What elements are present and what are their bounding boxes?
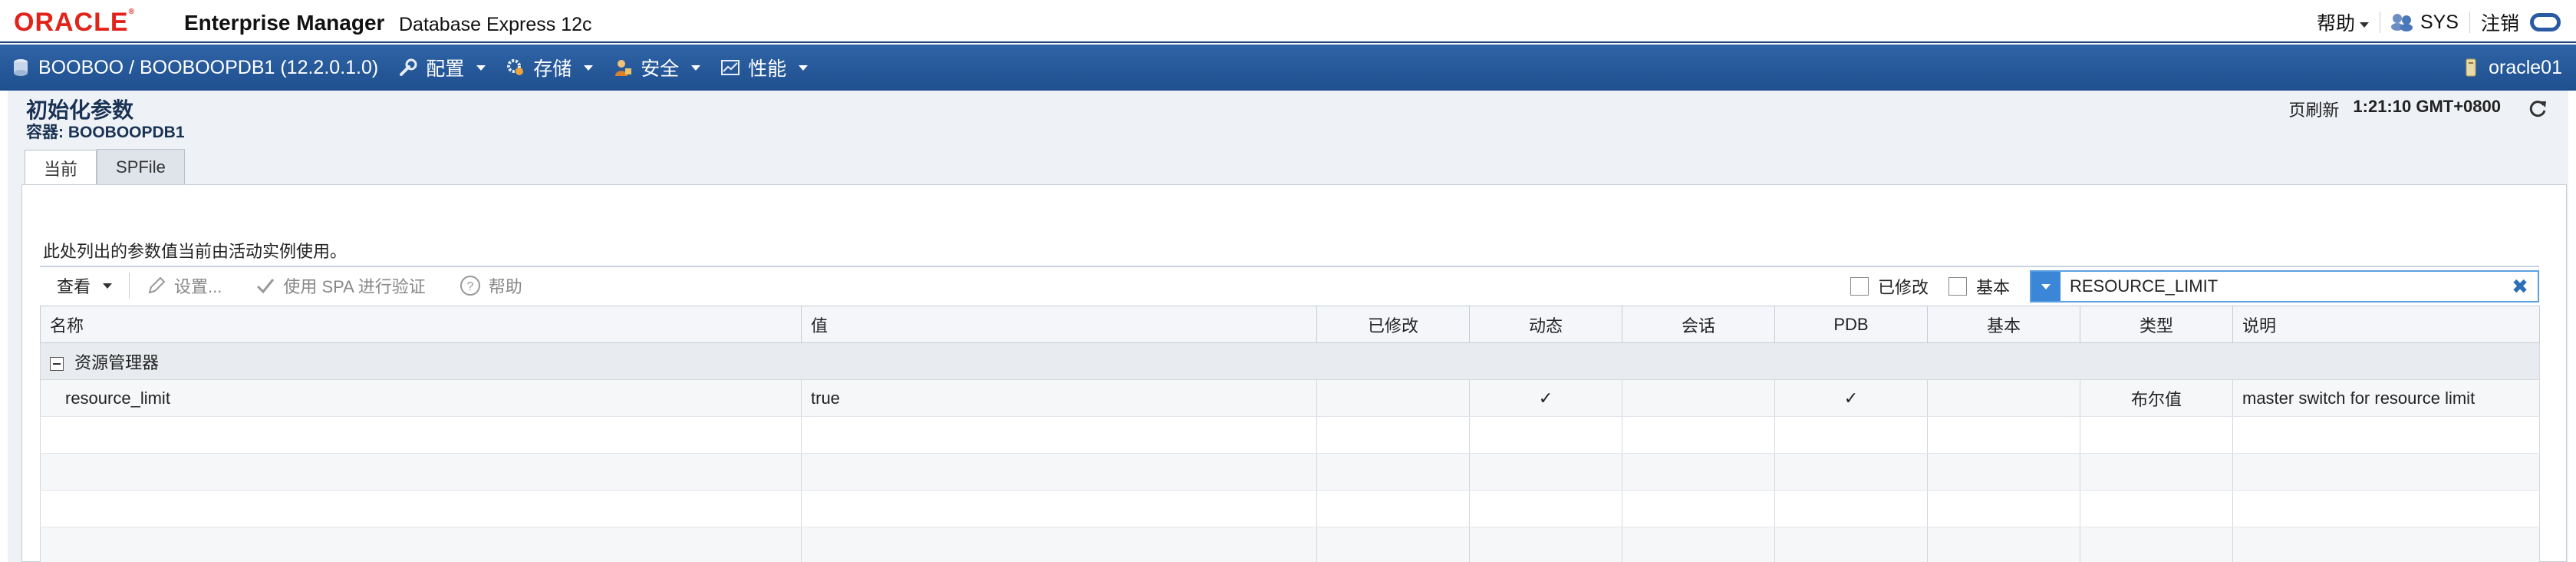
cell-name: resource_limit (40, 379, 802, 417)
divider (2469, 12, 2470, 33)
column-header-value[interactable]: 值 (801, 306, 1317, 343)
nav-menu-label: 性能 (748, 58, 787, 80)
refresh-label: 页刷新 (2288, 101, 2340, 120)
chevron-down-icon (2359, 21, 2369, 28)
column-header-pdb[interactable]: PDB (1774, 306, 1928, 343)
nav-menu-performance[interactable]: 性能 (720, 54, 809, 81)
host-link[interactable]: oracle01 (2461, 45, 2562, 91)
empty-row (40, 453, 2540, 491)
chevron-down-icon (584, 64, 594, 71)
app-title: Enterprise Manager (184, 11, 385, 35)
clear-search-icon[interactable]: ✖ (2508, 275, 2532, 298)
spa-validate-button[interactable]: 使用 SPA 进行验证 (239, 270, 442, 301)
group-row-resource-manager[interactable]: 资源管理器 (40, 342, 2540, 380)
table-toolbar: 查看 设置... 使用 SPA 进行验证 ? 帮助 已修改 基本 ✖ (40, 266, 2539, 304)
cell-modified (1316, 379, 1470, 417)
chevron-down-icon (2041, 283, 2051, 289)
search-input[interactable] (2060, 276, 2508, 296)
column-header-description[interactable]: 说明 (2232, 306, 2540, 343)
empty-row (40, 490, 2540, 527)
pencil-icon (148, 276, 166, 294)
cell-type: 布尔值 (2080, 379, 2233, 417)
modified-checkbox[interactable] (1850, 277, 1869, 296)
app-subtitle: Database Express 12c (399, 14, 592, 35)
empty-row (40, 527, 2540, 562)
refresh-status: 页刷新 1:21:10 GMT+0800 (2288, 97, 2501, 121)
nav-menu-label: 安全 (641, 58, 680, 80)
table-header-row: 名称 值 已修改 动态 会话 PDB 基本 类型 说明 (40, 306, 2540, 343)
security-user-icon (615, 60, 632, 76)
container-info: 容器: BOOBOOPDB1 (26, 120, 185, 143)
performance-chart-icon (721, 60, 740, 75)
chevron-down-icon (691, 64, 701, 71)
header-actions: 帮助 SYS 注销 (2317, 9, 2561, 35)
svg-text:?: ? (466, 280, 473, 293)
oracle-logo: ORACLE® (14, 8, 135, 37)
chevron-down-icon (799, 64, 809, 71)
user-icon (2390, 12, 2414, 32)
view-menu-button[interactable]: 查看 (40, 270, 129, 301)
tab-bar: 当前 SPFile (25, 149, 185, 185)
modified-filter-label: 已修改 (1877, 278, 1929, 297)
refresh-time: 1:21:10 GMT+0800 (2353, 97, 2501, 116)
group-label: 资源管理器 (74, 352, 160, 372)
parameters-table: 名称 值 已修改 动态 会话 PDB 基本 类型 说明 资源管理器 resour… (40, 306, 2540, 562)
table-row[interactable]: resource_limit true ✓ ✓ 布尔值 master switc… (40, 379, 2540, 417)
column-header-type[interactable]: 类型 (2080, 306, 2233, 343)
spa-label: 使用 SPA 进行验证 (283, 277, 426, 296)
nav-menu-config[interactable]: 配置 (398, 54, 486, 81)
set-button[interactable]: 设置... (130, 270, 239, 301)
tab-current[interactable]: 当前 (25, 150, 97, 185)
cell-session (1622, 379, 1775, 417)
check-validate-icon (257, 279, 275, 294)
chevron-down-icon (103, 283, 113, 289)
set-label: 设置... (174, 277, 222, 296)
host-label: oracle01 (2489, 56, 2562, 78)
column-header-session[interactable]: 会话 (1622, 306, 1775, 343)
logout-link[interactable]: 注销 (2481, 8, 2519, 36)
help-icon: ? (460, 276, 480, 296)
help-menu[interactable]: 帮助 (2317, 8, 2369, 36)
cell-basic (1927, 379, 2080, 417)
column-header-dynamic[interactable]: 动态 (1469, 306, 1622, 343)
help-button[interactable]: ? 帮助 (443, 270, 539, 301)
user-name: SYS (2420, 11, 2459, 33)
view-label: 查看 (57, 277, 91, 296)
nav-menu-label: 存储 (533, 58, 572, 80)
nav-menu-storage[interactable]: 存储 (506, 54, 594, 81)
oracle-ring-icon (2530, 13, 2561, 31)
tab-spfile[interactable]: SPFile (97, 149, 185, 184)
column-header-modified[interactable]: 已修改 (1316, 306, 1470, 343)
storage-gear-icon (507, 59, 524, 75)
cell-dynamic-check-icon: ✓ (1469, 379, 1622, 417)
main-nav-bar: BOOBOO / BOOBOOPDB1 (12.2.0.1.0) 配置 存储 安… (0, 45, 2576, 91)
basic-checkbox[interactable] (1948, 277, 1967, 296)
cell-value[interactable]: true (801, 379, 1317, 417)
info-text: 此处列出的参数值当前由活动实例使用。 (43, 242, 348, 261)
column-header-name[interactable]: 名称 (40, 306, 802, 343)
database-icon (14, 59, 28, 76)
database-home-link[interactable]: BOOBOO / BOOBOOPDB1 (12.2.0.1.0) (11, 57, 378, 79)
chevron-down-icon (476, 64, 486, 71)
search-box: ✖ (2030, 270, 2539, 302)
nav-menu-label: 配置 (426, 58, 465, 80)
collapse-icon[interactable] (50, 356, 64, 371)
database-label: BOOBOO / BOOBOOPDB1 (12.2.0.1.0) (38, 56, 379, 78)
container-label: 容器: (26, 124, 64, 141)
host-server-icon (2466, 58, 2476, 77)
top-header: ORACLE® Enterprise Manager Database Expr… (0, 0, 2576, 43)
filter-controls: 已修改 基本 ✖ (1850, 270, 2539, 302)
cell-description: master switch for resource limit (2232, 379, 2540, 417)
help-label: 帮助 (488, 277, 522, 296)
cell-pdb-check-icon: ✓ (1774, 379, 1928, 417)
search-dropdown-button[interactable] (2031, 272, 2060, 301)
user-menu[interactable]: SYS (2390, 11, 2459, 34)
basic-filter-label: 基本 (1975, 278, 2010, 297)
empty-row (40, 416, 2540, 454)
wrench-icon (400, 58, 417, 76)
refresh-icon[interactable] (2527, 98, 2548, 120)
container-value: BOOBOOPDB1 (68, 124, 185, 141)
column-header-basic[interactable]: 基本 (1927, 306, 2080, 343)
nav-menu-security[interactable]: 安全 (613, 54, 701, 81)
